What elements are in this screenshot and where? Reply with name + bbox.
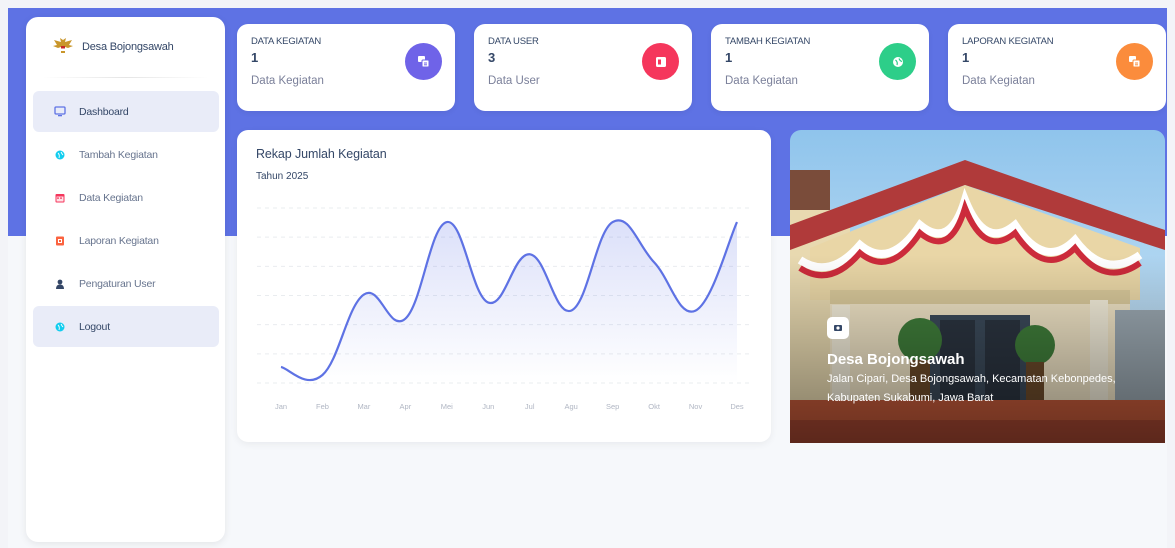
sidebar-divider	[42, 77, 209, 78]
x-tick-label: Okt	[648, 402, 661, 411]
image-icon[interactable]	[827, 317, 849, 339]
sidebar-item-dashboard[interactable]: Dashboard	[33, 91, 219, 132]
x-tick-label: Jan	[275, 402, 287, 411]
sidebar-item-label: Logout	[79, 320, 110, 333]
x-tick-label: Des	[730, 402, 744, 411]
stat-card-data-kegiatan[interactable]: DATA KEGIATAN 1 Data Kegiatan	[237, 24, 455, 111]
photo-caption: Desa Bojongsawah Jalan Cipari, Desa Bojo…	[827, 351, 1117, 408]
report-icon	[53, 234, 67, 248]
sidebar-item-label: Dashboard	[79, 105, 129, 118]
sidebar: Desa Bojongsawah Dashboard Tambah Kegiat…	[26, 17, 225, 542]
layers-icon	[1116, 43, 1153, 80]
sidebar-item-label: Laporan Kegiatan	[79, 234, 159, 247]
globe-icon	[53, 148, 67, 162]
sidebar-item-label: Data Kegiatan	[79, 191, 143, 204]
sidebar-item-laporan-kegiatan[interactable]: Laporan Kegiatan	[33, 220, 219, 261]
id-card-icon	[642, 43, 679, 80]
chart-area	[281, 220, 737, 383]
globe-icon	[879, 43, 916, 80]
sidebar-nav: Dashboard Tambah Kegiatan Data Kegiatan …	[26, 91, 225, 347]
sidebar-item-logout[interactable]: Logout	[33, 306, 219, 347]
sidebar-item-label: Tambah Kegiatan	[79, 148, 158, 161]
x-tick-label: Agu	[565, 402, 578, 411]
line-chart: Jan Feb Mar Apr Mei Jun Jul Agu Sep Okt Nov Des	[257, 207, 751, 411]
x-tick-label: Apr	[400, 402, 412, 411]
chart-card: Rekap Jumlah Kegiatan Tahun 2025 Jan Feb M…	[237, 130, 771, 442]
village-photo-card: Desa Bojongsawah Jalan Cipari, Desa Bojo…	[790, 130, 1165, 443]
brand-name: Desa Bojongsawah	[82, 41, 174, 53]
monitor-icon	[53, 105, 67, 119]
garuda-logo-icon	[52, 36, 74, 58]
brand[interactable]: Desa Bojongsawah	[26, 17, 225, 77]
x-tick-label: Feb	[316, 402, 329, 411]
calendar-icon	[53, 191, 67, 205]
sidebar-item-label: Pengaturan User	[79, 277, 156, 290]
sidebar-item-tambah-kegiatan[interactable]: Tambah Kegiatan	[33, 134, 219, 175]
x-tick-label: Nov	[689, 402, 703, 411]
sidebar-item-data-kegiatan[interactable]: Data Kegiatan	[33, 177, 219, 218]
logout-icon	[53, 320, 67, 334]
x-tick-label: Mar	[357, 402, 370, 411]
user-icon	[53, 277, 67, 291]
photo-address: Jalan Cipari, Desa Bojongsawah, Kecamata…	[827, 373, 1116, 404]
x-tick-label: Jun	[482, 402, 494, 411]
x-tick-label: Mei	[441, 402, 453, 411]
x-tick-label: Sep	[606, 402, 619, 411]
layers-icon	[405, 43, 442, 80]
stat-card-laporan-kegiatan[interactable]: LAPORAN KEGIATAN 1 Data Kegiatan	[948, 24, 1166, 111]
photo-title: Desa Bojongsawah	[827, 351, 965, 368]
sidebar-item-pengaturan-user[interactable]: Pengaturan User	[33, 263, 219, 304]
stat-card-data-user[interactable]: DATA USER 3 Data User	[474, 24, 692, 111]
stat-card-tambah-kegiatan[interactable]: TAMBAH KEGIATAN 1 Data Kegiatan	[711, 24, 929, 111]
x-tick-label: Jul	[525, 402, 535, 411]
